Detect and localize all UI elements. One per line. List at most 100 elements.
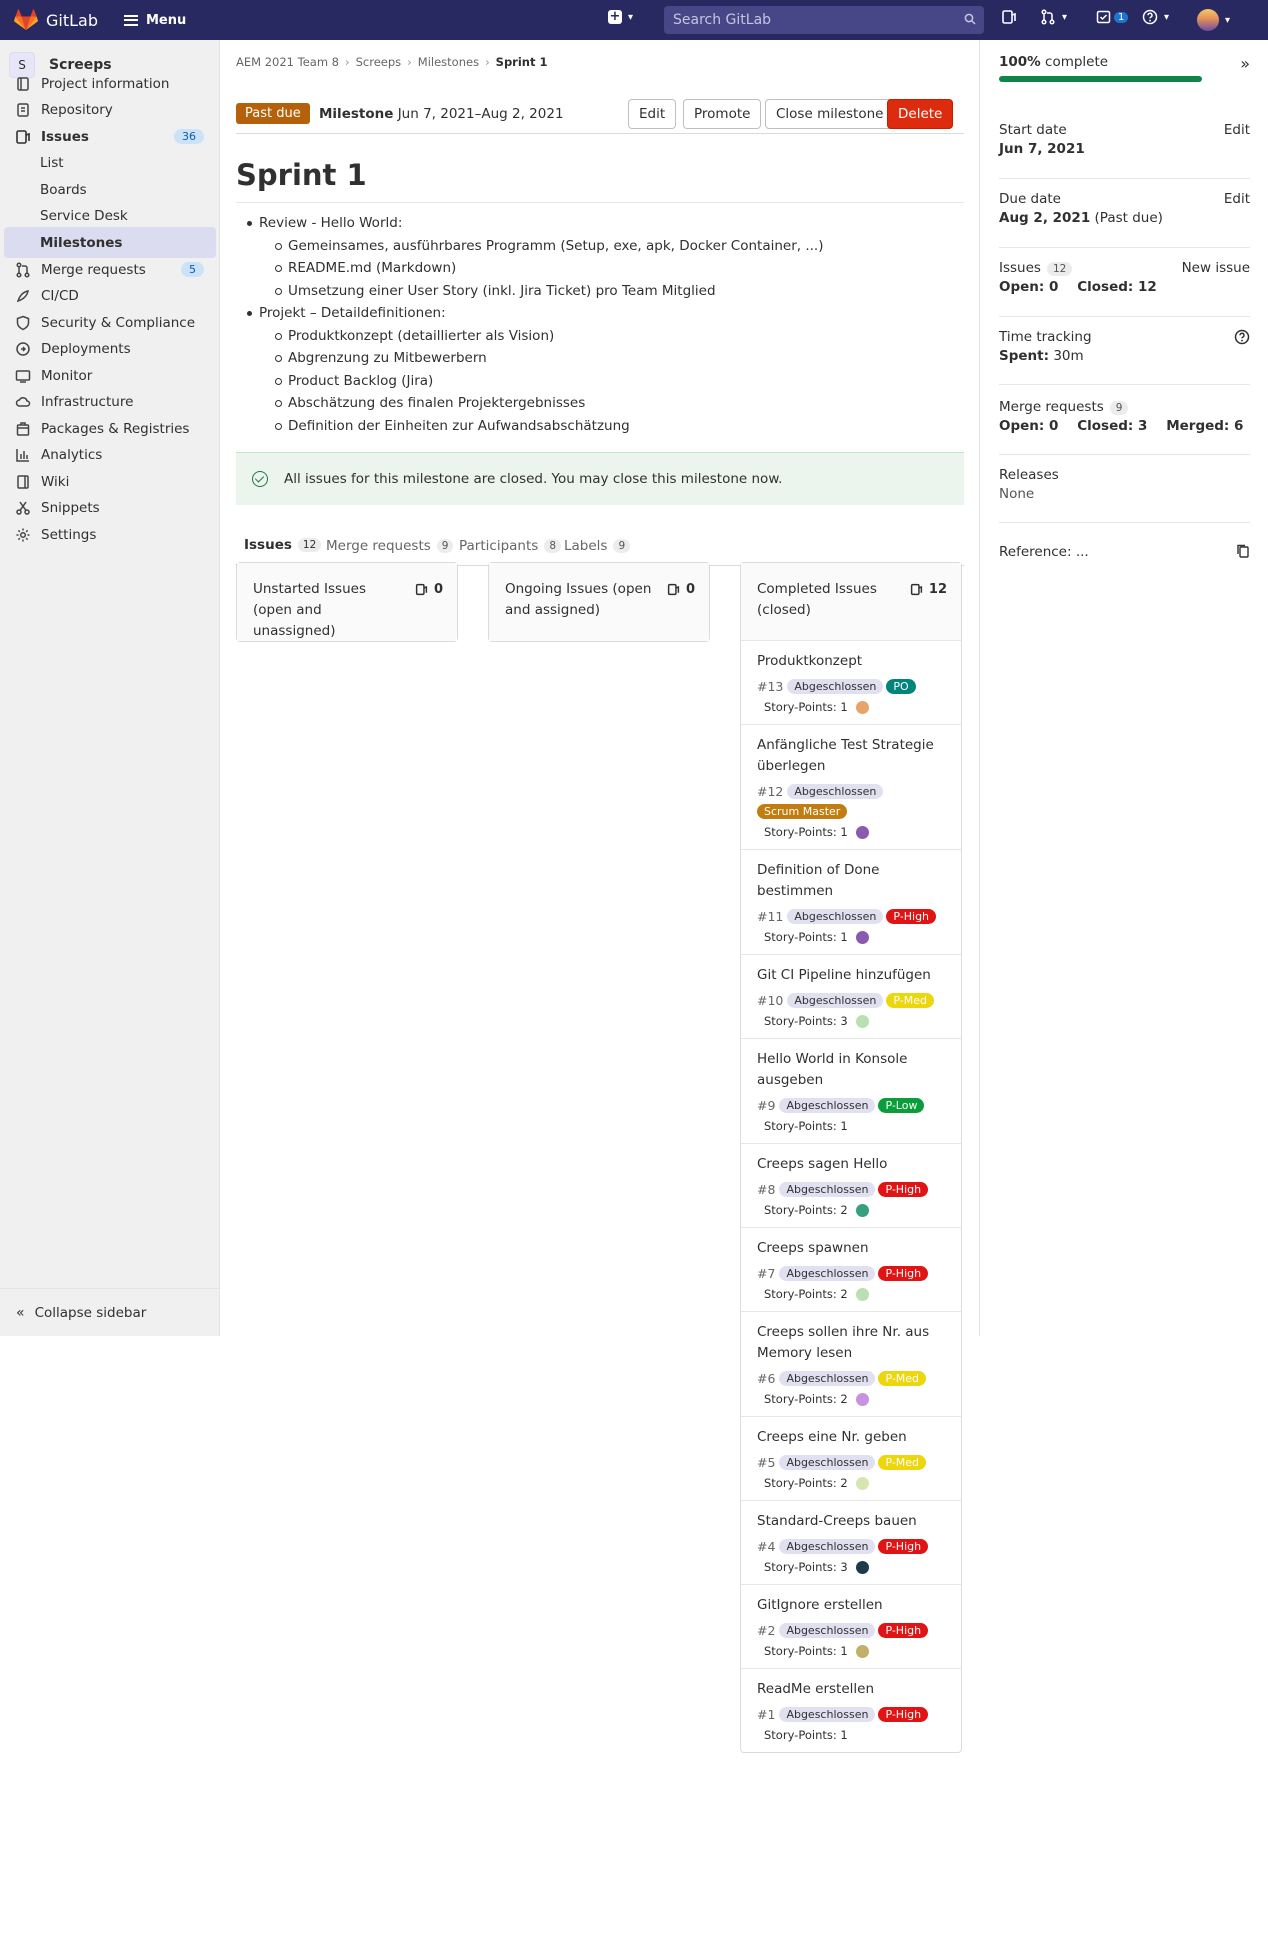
issue-card[interactable]: Anfängliche Test Strategie überlegen #12 A…	[741, 725, 961, 850]
story-points: Story-Points: 1	[764, 930, 848, 944]
assignee-avatar[interactable]	[855, 1392, 869, 1406]
edit-button[interactable]: Edit	[628, 99, 677, 129]
status-label[interactable]: Abgeschlossen	[779, 1455, 876, 1470]
tab-merge-requests[interactable]: Merge requests 9	[318, 526, 461, 566]
status-label[interactable]: Abgeschlossen	[787, 909, 884, 924]
status-label[interactable]: Abgeschlossen	[779, 1266, 876, 1281]
breadcrumb-link[interactable]: Milestones	[418, 55, 479, 69]
issue-card[interactable]: Hello World in Konsole ausgeben #9 Abgesch…	[741, 1039, 961, 1144]
chevron-down-icon: ▾	[1225, 14, 1231, 26]
new-issue-link[interactable]: New issue	[1182, 260, 1250, 276]
edit-due-date-link[interactable]: Edit	[1224, 191, 1250, 207]
sidebar-item-settings[interactable]: Settings	[4, 519, 216, 550]
story-points: Story-Points: 3	[764, 1014, 848, 1028]
top-navbar: GitLab Menu + ▾ Search GitLab ▾ 1 ▾ ▾	[0, 0, 1268, 40]
priority-label[interactable]: P-High	[878, 1266, 929, 1281]
rocket-icon	[16, 289, 29, 302]
issues-nav-button[interactable]	[1001, 9, 1017, 25]
gitlab-home-link[interactable]: GitLab	[14, 9, 98, 31]
assignee-avatar[interactable]	[855, 825, 869, 839]
column-count-value: 0	[685, 582, 695, 597]
merge-request-icon	[1041, 9, 1055, 25]
priority-label[interactable]: P-Low	[878, 1098, 925, 1113]
collapse-sidebar-button[interactable]: « Collapse sidebar	[0, 1288, 220, 1336]
status-label[interactable]: Abgeschlossen	[779, 1623, 876, 1638]
assignee-avatar[interactable]	[855, 1476, 869, 1490]
issue-card[interactable]: Creeps spawnen #7 Abgeschlossen P-High Story…	[741, 1228, 961, 1312]
assignee-avatar[interactable]	[855, 930, 869, 944]
priority-label[interactable]: P-Med	[878, 1455, 927, 1470]
due-date-row: Aug 2, 2021 (Past due)	[999, 210, 1250, 226]
status-label[interactable]: Abgeschlossen	[787, 993, 884, 1008]
assignee-avatar[interactable]	[855, 1014, 869, 1028]
issue-title-link[interactable]: Creeps sollen ihre Nr. aus Memory lesen	[757, 1322, 945, 1364]
help-icon[interactable]	[1234, 329, 1250, 345]
priority-label[interactable]: P-Med	[886, 993, 934, 1008]
issue-card[interactable]: Git CI Pipeline hinzufügen #10 Abgeschloss…	[741, 955, 961, 1039]
issue-title-link[interactable]: Git CI Pipeline hinzufügen	[757, 965, 945, 986]
edit-start-date-link[interactable]: Edit	[1224, 122, 1250, 138]
issue-card[interactable]: GitIgnore erstellen #2 Abgeschlossen P-High…	[741, 1585, 961, 1669]
issue-title-link[interactable]: Anfängliche Test Strategie überlegen	[757, 735, 945, 777]
priority-label[interactable]: PO	[886, 679, 916, 694]
tab-labels[interactable]: Labels 9	[556, 526, 638, 566]
status-label[interactable]: Abgeschlossen	[779, 1707, 876, 1722]
issue-card[interactable]: Standard-Creeps bauen #4 Abgeschlossen P-Hi…	[741, 1501, 961, 1585]
breadcrumb-link[interactable]: Screeps	[356, 55, 402, 69]
issue-card[interactable]: ReadMe erstellen #1 Abgeschlossen P-High Sto…	[741, 1669, 961, 1752]
priority-label[interactable]: P-High	[886, 909, 937, 924]
priority-label[interactable]: P-High	[878, 1707, 929, 1722]
issue-card[interactable]: Definition of Done bestimmen #11 Abgeschlo…	[741, 850, 961, 955]
copy-icon[interactable]	[1236, 544, 1250, 558]
status-label[interactable]: Abgeschlossen	[779, 1539, 876, 1554]
description-subitem: Abgrenzung zu Mitbewerbern	[247, 347, 824, 370]
issue-title-link[interactable]: ReadMe erstellen	[757, 1679, 945, 1700]
new-dropdown-button[interactable]: + ▾	[608, 10, 633, 24]
story-points-row: Story-Points: 3	[764, 1014, 945, 1028]
priority-label[interactable]: P-High	[878, 1182, 929, 1197]
tab-participants[interactable]: Participants 8	[451, 526, 569, 566]
issue-title-link[interactable]: GitIgnore erstellen	[757, 1595, 945, 1616]
issue-title-link[interactable]: Standard-Creeps bauen	[757, 1511, 945, 1532]
breadcrumb-current[interactable]: Sprint 1	[496, 55, 548, 69]
issue-title-link[interactable]: Definition of Done bestimmen	[757, 860, 945, 902]
assignee-avatar[interactable]	[855, 700, 869, 714]
menu-button[interactable]: Menu	[124, 13, 186, 28]
issue-card[interactable]: Creeps eine Nr. geben #5 Abgeschlossen P-Me…	[741, 1417, 961, 1501]
status-label[interactable]: Abgeschlossen	[779, 1182, 876, 1197]
tab-issues[interactable]: Issues 12	[236, 526, 330, 566]
help-nav-button[interactable]: ▾	[1142, 9, 1169, 25]
assignee-avatar[interactable]	[855, 1203, 869, 1217]
issue-meta: #9 Abgeschlossen P-Low	[757, 1096, 945, 1116]
status-label[interactable]: Abgeschlossen	[787, 784, 884, 799]
merge-requests-nav-button[interactable]: ▾	[1040, 9, 1067, 25]
issue-card[interactable]: Creeps sollen ihre Nr. aus Memory lesen #…	[741, 1312, 961, 1417]
priority-label[interactable]: P-High	[878, 1539, 929, 1554]
delete-button[interactable]: Delete	[887, 99, 954, 129]
collapse-right-sidebar-icon[interactable]: »	[1240, 54, 1250, 73]
status-label[interactable]: Abgeschlossen	[787, 679, 884, 694]
assignee-avatar[interactable]	[855, 1644, 869, 1658]
issue-title-link[interactable]: Creeps eine Nr. geben	[757, 1427, 945, 1448]
priority-label[interactable]: P-Med	[878, 1371, 927, 1386]
story-points-row: Story-Points: 1	[764, 1728, 945, 1742]
status-label[interactable]: Abgeschlossen	[779, 1098, 876, 1113]
issue-card[interactable]: Creeps sagen Hello #8 Abgeschlossen P-High S…	[741, 1144, 961, 1228]
status-label[interactable]: Abgeschlossen	[779, 1371, 876, 1386]
issue-title-link[interactable]: Produktkonzept	[757, 651, 945, 672]
priority-label[interactable]: Scrum Master	[757, 804, 848, 819]
todos-nav-button[interactable]: 1	[1096, 9, 1129, 25]
user-menu-button[interactable]: ▾	[1197, 9, 1230, 31]
assignee-avatar[interactable]	[855, 1560, 869, 1574]
issue-card[interactable]: Produktkonzept #13 Abgeschlossen PO Story-Po…	[741, 641, 961, 725]
search-input[interactable]: Search GitLab	[664, 6, 984, 34]
promote-button[interactable]: Promote	[683, 99, 762, 129]
close-milestone-button[interactable]: Close milestone	[765, 99, 895, 129]
assignee-avatar[interactable]	[855, 1287, 869, 1301]
chevron-down-icon: ▾	[628, 11, 634, 23]
issue-title-link[interactable]: Creeps sagen Hello	[757, 1154, 945, 1175]
issue-title-link[interactable]: Creeps spawnen	[757, 1238, 945, 1259]
issue-title-link[interactable]: Hello World in Konsole ausgeben	[757, 1049, 945, 1091]
priority-label[interactable]: P-High	[878, 1623, 929, 1638]
breadcrumb-link[interactable]: AEM 2021 Team 8	[236, 55, 339, 69]
